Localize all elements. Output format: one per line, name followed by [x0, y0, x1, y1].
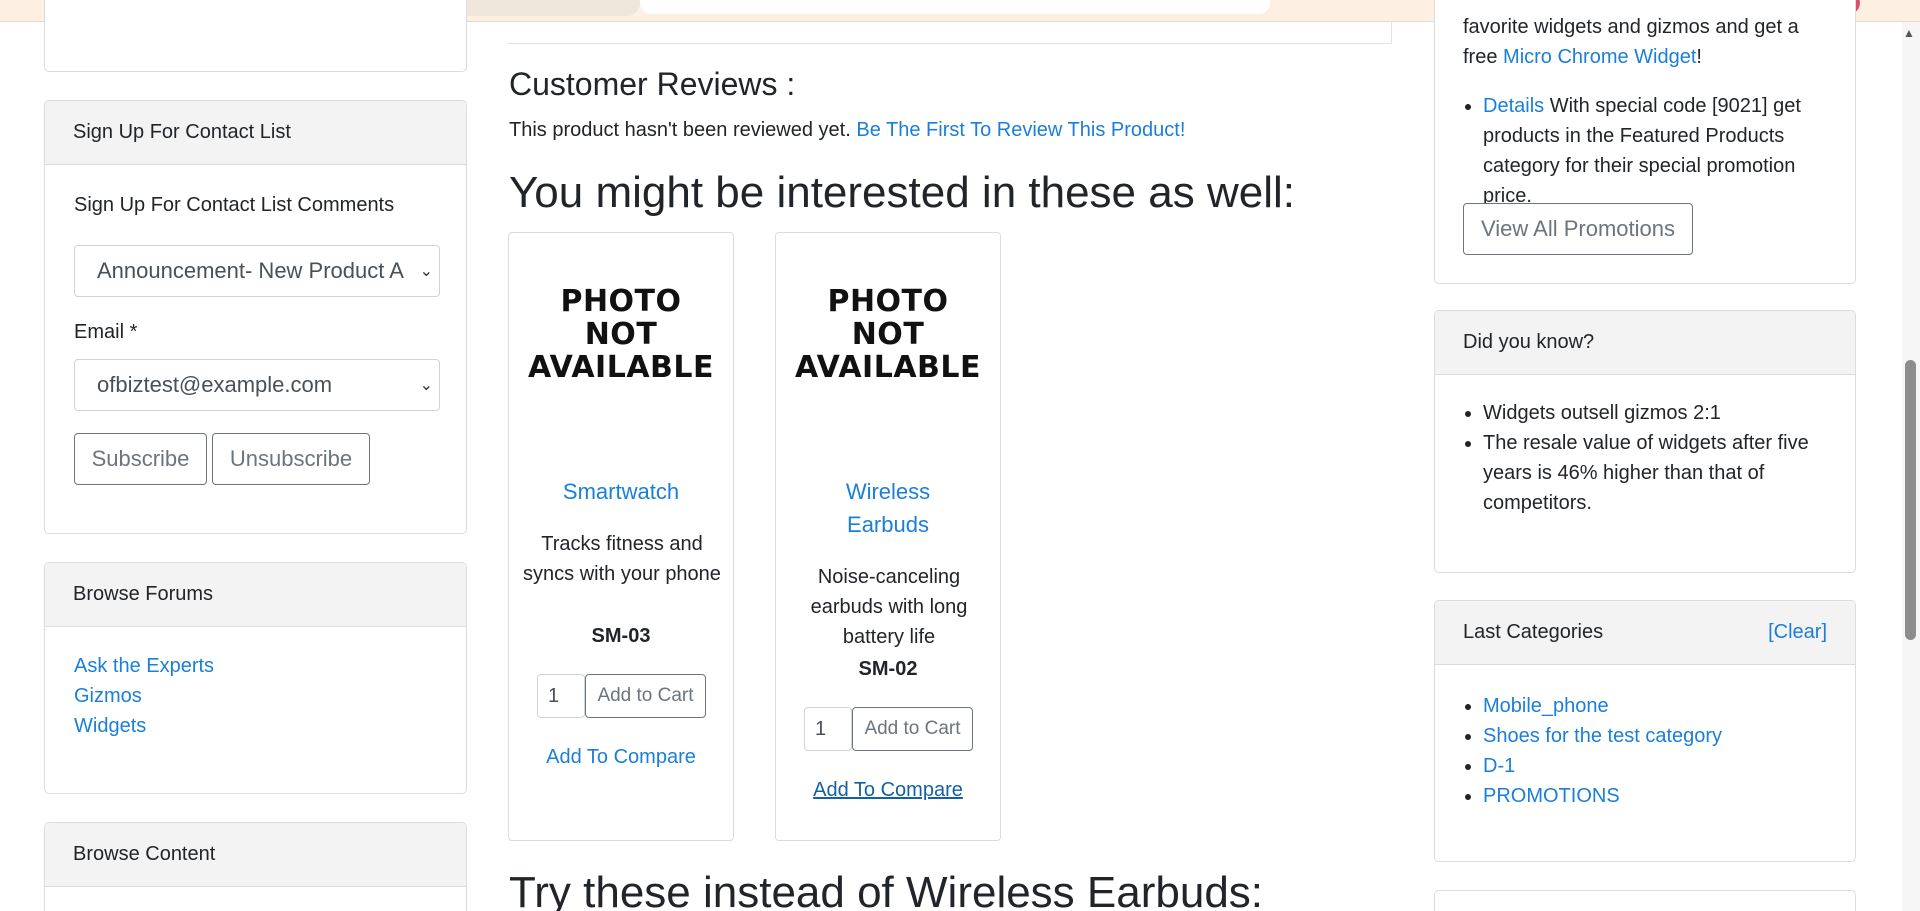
promo-details-list: Details With special code [9021] get pro… [1463, 91, 1843, 211]
last-categories-header: Last Categories [Clear] [1435, 601, 1855, 665]
section-border [1391, 22, 1392, 44]
promo-details-item: Details With special code [9021] get pro… [1483, 91, 1843, 211]
promo-line-2-prefix: free [1463, 46, 1504, 68]
product-sku: SM-03 [591, 625, 651, 647]
last-categories-title: Last Categories [1463, 621, 1604, 643]
forum-link-widgets[interactable]: Widgets [74, 715, 146, 738]
category-link-d-1[interactable]: D-1 [1483, 755, 1515, 777]
promo-line-1: favorite widgets and gizmos and get a [1463, 16, 1799, 38]
did-you-know-item: Widgets outsell gizmos 2:1 [1483, 398, 1833, 428]
forum-link-gizmos[interactable]: Gizmos [74, 685, 142, 708]
unsubscribe-button[interactable]: Unsubscribe [212, 433, 370, 485]
quantity-input[interactable]: 1 [537, 674, 585, 718]
product-photo-placeholder: PHOTO NOT AVAILABLE [509, 285, 733, 384]
forums-header: Browse Forums [45, 563, 466, 627]
product-description: Tracks fitness and syncs with your phone [523, 533, 721, 585]
first-review-link[interactable]: Be The First To Review This Product! [856, 119, 1185, 141]
category-link-shoes[interactable]: Shoes for the test category [1483, 725, 1722, 747]
quantity-input[interactable]: 1 [804, 707, 852, 751]
signup-comments-value: Announcement- New Product Announcement [97, 258, 405, 283]
photo-text-line: AVAILABLE [527, 350, 715, 385]
reviews-text: This product hasn't been reviewed yet. [509, 119, 851, 141]
email-label: Email * [74, 321, 138, 343]
photo-text-line: PHOTO [827, 284, 949, 319]
promo-text: favorite widgets and gizmos and get a fr… [1463, 12, 1835, 72]
scrollbar-thumb[interactable] [1905, 360, 1916, 640]
content-title: Browse Content [73, 843, 216, 865]
photo-text-line: PHOTO [560, 284, 682, 319]
category-link-mobile-phone[interactable]: Mobile_phone [1483, 695, 1609, 717]
signup-card: Sign Up For Contact List Sign Up For Con… [44, 100, 467, 534]
did-you-know-card: Did you know? Widgets outsell gizmos 2:1… [1434, 310, 1856, 573]
product-name-link[interactable]: Smartwatch [509, 475, 733, 508]
view-all-promotions-button[interactable]: View All Promotions [1463, 203, 1693, 255]
forum-link-ask-the-experts[interactable]: Ask the Experts [74, 655, 214, 678]
address-bar-suggestion[interactable] [640, 0, 1270, 14]
reviews-title: Customer Reviews : [509, 66, 796, 102]
forums-card: Browse Forums Ask the Experts Gizmos Wid… [44, 562, 467, 794]
left-card-top [44, 0, 467, 72]
right-card-bottom [1434, 890, 1856, 911]
photo-text-line: AVAILABLE [794, 350, 982, 385]
photo-text-line: NOT [584, 317, 658, 352]
add-to-cart-button[interactable]: Add to Cart [585, 674, 706, 718]
last-categories-list: Mobile_phone Shoes for the test category… [1463, 691, 1833, 811]
subscribe-button[interactable]: Subscribe [74, 433, 207, 485]
micro-chrome-widget-link[interactable]: Micro Chrome Widget [1503, 46, 1696, 68]
product-card: PHOTO NOT AVAILABLE Smartwatch Tracks fi… [508, 232, 734, 841]
product-name-link[interactable]: Wireless Earbuds [776, 475, 1000, 541]
category-item: Shoes for the test category [1483, 721, 1833, 751]
signup-comments-select[interactable]: Announcement- New Product Announcement ⌄ [74, 245, 440, 297]
chevron-down-icon: ⌄ [419, 263, 433, 280]
category-link-promotions[interactable]: PROMOTIONS [1483, 785, 1620, 807]
interested-title: You might be interested in these as well… [509, 168, 1295, 217]
scroll-up-arrow-icon[interactable]: ▲ [1903, 26, 1915, 40]
did-you-know-title: Did you know? [1463, 331, 1595, 353]
signup-title: Sign Up For Contact List [73, 121, 291, 143]
did-you-know-header: Did you know? [1435, 311, 1855, 375]
did-you-know-list: Widgets outsell gizmos 2:1 The resale va… [1463, 398, 1833, 518]
product-description: Noise-canceling earbuds with long batter… [810, 566, 968, 648]
category-item: D-1 [1483, 751, 1833, 781]
photo-text-line: NOT [851, 317, 925, 352]
email-value: ofbiztest@example.com [97, 372, 333, 397]
category-item: Mobile_phone [1483, 691, 1833, 721]
chevron-down-icon: ⌄ [419, 377, 433, 394]
forums-title: Browse Forums [73, 583, 214, 605]
did-you-know-item: The resale value of widgets after five y… [1483, 428, 1833, 518]
promo-line-2-suffix: ! [1696, 46, 1702, 68]
add-to-cart-button[interactable]: Add to Cart [852, 707, 973, 751]
category-item: PROMOTIONS [1483, 781, 1833, 811]
product-sku: SM-02 [858, 658, 918, 680]
reviews-text-line: This product hasn't been reviewed yet. B… [509, 119, 1185, 142]
details-link[interactable]: Details [1483, 95, 1544, 117]
content-header: Browse Content [45, 823, 466, 887]
try-instead-title: Try these instead of Wireless Earbuds: [509, 868, 1264, 911]
promotions-card: favorite widgets and gizmos and get a fr… [1434, 0, 1856, 284]
section-divider [508, 43, 1392, 44]
product-card: PHOTO NOT AVAILABLE Wireless Earbuds Noi… [775, 232, 1001, 841]
last-categories-card: Last Categories [Clear] Mobile_phone Sho… [1434, 600, 1856, 862]
clear-categories-link[interactable]: [Clear] [1768, 621, 1827, 644]
product-photo-placeholder: PHOTO NOT AVAILABLE [776, 285, 1000, 384]
signup-comments-label: Sign Up For Contact List Comments [74, 194, 395, 216]
email-select[interactable]: ofbiztest@example.com ⌄ [74, 359, 440, 411]
add-to-compare-link[interactable]: Add To Compare [509, 746, 733, 769]
signup-header: Sign Up For Contact List [45, 101, 466, 165]
add-to-compare-link[interactable]: Add To Compare [776, 779, 1000, 802]
content-card: Browse Content [44, 822, 467, 911]
